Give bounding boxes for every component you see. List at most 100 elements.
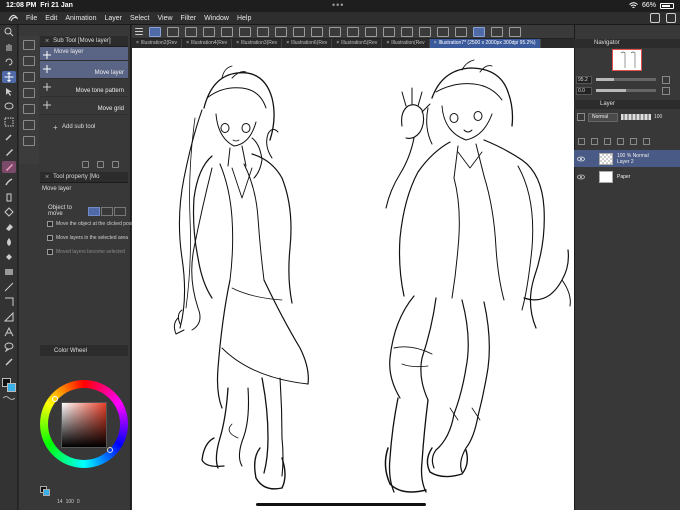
checkbox-box[interactable] bbox=[47, 221, 53, 227]
snap-grid-icon[interactable] bbox=[419, 26, 431, 37]
navigator-thumbnail[interactable] bbox=[612, 49, 642, 71]
menu-help[interactable]: Help bbox=[233, 15, 255, 22]
deselect-icon[interactable] bbox=[329, 26, 341, 37]
tab-illustration4[interactable]: × Illustration4(Rev bbox=[182, 39, 233, 48]
mask-icon[interactable] bbox=[630, 138, 637, 145]
text-tool-icon[interactable] bbox=[2, 326, 16, 338]
figure-tool-icon[interactable] bbox=[2, 281, 16, 293]
save-icon[interactable] bbox=[185, 26, 197, 37]
fill-tool-icon[interactable] bbox=[2, 251, 16, 263]
transform-icon[interactable] bbox=[311, 26, 323, 37]
rotate-tool-icon[interactable] bbox=[2, 56, 16, 68]
pen-tool-icon[interactable] bbox=[2, 146, 16, 158]
close-icon[interactable]: × bbox=[434, 40, 437, 46]
menu-animation[interactable]: Animation bbox=[61, 15, 100, 22]
hand-tool-icon[interactable] bbox=[2, 41, 16, 53]
object-to-move-option-layer[interactable] bbox=[88, 206, 100, 216]
pen-stroke-icon[interactable] bbox=[437, 26, 449, 37]
close-icon[interactable]: × bbox=[186, 40, 189, 46]
zoom-value-field[interactable]: 95.2 bbox=[576, 75, 592, 84]
eraser-tool-icon[interactable] bbox=[2, 221, 16, 233]
new-icon[interactable] bbox=[149, 26, 161, 37]
frame-tool-icon[interactable] bbox=[2, 296, 16, 308]
subtool-panel-icon[interactable] bbox=[23, 40, 35, 50]
app-logo-icon[interactable] bbox=[4, 12, 22, 25]
zoom-reset-icon[interactable] bbox=[662, 75, 670, 84]
snap-guide-icon[interactable] bbox=[401, 26, 413, 37]
subtool-item-move-grid[interactable]: Move grid bbox=[40, 97, 128, 115]
menu-file[interactable]: File bbox=[22, 15, 41, 22]
brush-tool-icon[interactable] bbox=[2, 176, 16, 188]
ruler-tool-icon[interactable] bbox=[2, 311, 16, 323]
rotation-slider[interactable] bbox=[596, 89, 656, 92]
subtool-delete-icon[interactable] bbox=[112, 160, 119, 168]
close-icon[interactable]: × bbox=[136, 40, 139, 46]
snap-ruler-icon[interactable] bbox=[383, 26, 395, 37]
color-chips[interactable] bbox=[2, 378, 16, 392]
correct-line-tool-icon[interactable] bbox=[2, 356, 16, 368]
tab-illustration3[interactable]: × Illustration3(Rev bbox=[232, 39, 283, 48]
subtool-item-move-tone[interactable]: Move tone pattern bbox=[40, 79, 128, 97]
airbrush-tool-icon[interactable] bbox=[2, 191, 16, 203]
ruler-icon[interactable] bbox=[643, 138, 650, 145]
eye-icon[interactable] bbox=[576, 154, 585, 163]
drawing-canvas[interactable] bbox=[132, 48, 574, 510]
layer-row-layer2[interactable]: 100 % Normal Layer 2 bbox=[574, 150, 680, 167]
menu-view[interactable]: View bbox=[153, 15, 176, 22]
sv-knob[interactable] bbox=[107, 447, 113, 453]
reference-icon[interactable] bbox=[591, 138, 598, 145]
export-icon[interactable] bbox=[203, 26, 215, 37]
layer-prop-panel-icon[interactable] bbox=[23, 104, 35, 114]
tab-illustration[interactable]: × Illustration(Rev bbox=[382, 39, 430, 48]
cutting-icon[interactable] bbox=[491, 26, 503, 37]
rotation-value-field[interactable]: 0.0 bbox=[576, 86, 592, 95]
menu-select[interactable]: Select bbox=[126, 15, 153, 22]
history-panel-icon[interactable] bbox=[23, 120, 35, 130]
layer-row-paper[interactable]: Paper bbox=[574, 168, 680, 185]
object-tool-icon[interactable] bbox=[2, 86, 16, 98]
decoration-tool-icon[interactable] bbox=[2, 206, 16, 218]
open-icon[interactable] bbox=[167, 26, 179, 37]
menu-icon[interactable] bbox=[135, 28, 143, 35]
brush-stroke-icon[interactable] bbox=[455, 26, 467, 37]
redo-icon[interactable] bbox=[257, 26, 269, 37]
move-tool-icon[interactable] bbox=[2, 71, 16, 83]
close-icon[interactable]: × bbox=[286, 40, 289, 46]
blend-mode-select[interactable]: Normal bbox=[588, 112, 618, 122]
clear-icon[interactable] bbox=[221, 26, 233, 37]
sub-color-chip[interactable] bbox=[43, 489, 50, 496]
clip-icon[interactable] bbox=[578, 138, 585, 145]
fill-selection-icon[interactable] bbox=[293, 26, 305, 37]
brush-size-panel-icon[interactable] bbox=[23, 72, 35, 82]
move-selected-area-checkbox[interactable]: Move layers in the selected area bbox=[47, 233, 128, 243]
bottom-color-chips[interactable] bbox=[40, 486, 50, 496]
invert-selection-icon[interactable] bbox=[347, 26, 359, 37]
eyedropper-tool-icon[interactable] bbox=[2, 131, 16, 143]
checkbox-box[interactable] bbox=[47, 235, 53, 241]
undo-icon[interactable] bbox=[239, 26, 251, 37]
window-layout-icon[interactable] bbox=[650, 13, 660, 23]
object-to-move-option-tone[interactable] bbox=[101, 206, 113, 216]
subtool-settings-icon[interactable] bbox=[82, 160, 89, 168]
close-icon[interactable]: × bbox=[386, 40, 389, 46]
tab-illustration7[interactable]: × Illustration7* (2500 x 2000px 300dpi 95… bbox=[429, 39, 541, 48]
menu-filter[interactable]: Filter bbox=[177, 15, 201, 22]
menu-layer[interactable]: Layer bbox=[100, 15, 126, 22]
transparent-color-icon[interactable] bbox=[3, 395, 15, 401]
close-icon[interactable]: × bbox=[45, 38, 49, 45]
tab-illustration5[interactable]: × Illustration5(Rev bbox=[332, 39, 383, 48]
balloon-tool-icon[interactable] bbox=[2, 341, 16, 353]
delete-icon[interactable] bbox=[275, 26, 287, 37]
subtool-item-move-layer[interactable]: Move layer bbox=[40, 61, 128, 79]
rotation-reset-icon[interactable] bbox=[662, 86, 670, 95]
hue-knob[interactable] bbox=[52, 396, 58, 402]
companion-icon[interactable] bbox=[509, 26, 521, 37]
saturation-value-square[interactable] bbox=[61, 402, 107, 448]
zoom-tool-icon[interactable] bbox=[2, 26, 16, 38]
gradient-tool-icon[interactable] bbox=[2, 266, 16, 278]
material-panel-icon[interactable] bbox=[23, 88, 35, 98]
add-subtool-button[interactable]: Add sub tool bbox=[40, 123, 128, 136]
select-all-icon[interactable] bbox=[365, 26, 377, 37]
zoom-slider[interactable] bbox=[596, 78, 656, 81]
stabilizer-icon[interactable] bbox=[473, 26, 485, 37]
